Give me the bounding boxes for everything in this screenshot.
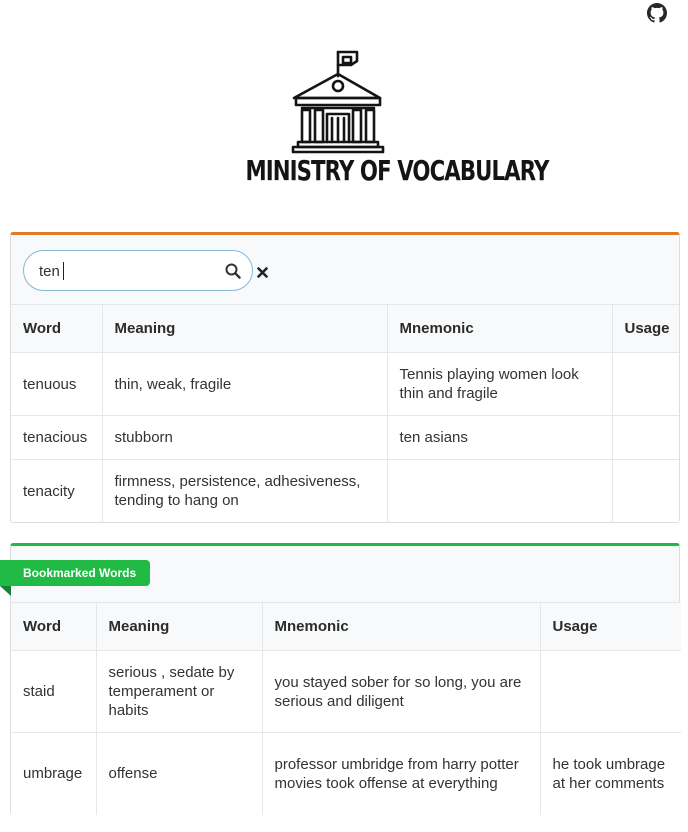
table-row[interactable]: umbrage offense professor umbridge from … [11,732,681,815]
usage-cell [539,650,681,733]
bookmarks-panel: Bookmarked Words Word Meaning Mnemonic U… [0,543,681,815]
github-icon[interactable] [647,3,667,23]
meaning-cell: thin, weak, fragile [101,352,387,416]
column-header-usage[interactable]: Usage [611,304,679,353]
column-header-usage[interactable]: Usage [539,602,681,651]
table-header-row: Word Meaning Mnemonic Usage [11,304,679,353]
usage-cell: he took umbrage at her comments [539,732,681,815]
word-cell: staid [11,650,96,733]
mnemonic-cell: professor umbridge from harry potter mov… [261,732,540,815]
column-header-word[interactable]: Word [11,304,102,353]
usage-cell [611,415,679,460]
word-cell: tenacity [11,459,102,522]
word-cell: umbrage [11,732,96,815]
mnemonic-cell: you stayed sober for so long, you are se… [261,650,540,733]
search-icon[interactable] [225,263,241,279]
table-row[interactable]: staid serious , sedate by temperament or… [11,650,681,733]
column-header-meaning[interactable]: Meaning [95,602,262,651]
close-icon[interactable] [257,267,268,278]
text-cursor [63,262,64,280]
mnemonic-cell: Tennis playing women look thin and fragi… [386,352,612,416]
table-row[interactable]: tenuous thin, weak, fragile Tennis playi… [11,352,679,416]
bookmarked-words-ribbon: Bookmarked Words [0,560,151,586]
column-header-mnemonic[interactable]: Mnemonic [261,602,540,651]
mnemonic-cell [386,459,612,522]
table-header-row: Word Meaning Mnemonic Usage [11,602,681,651]
column-header-word[interactable]: Word [11,602,96,651]
mnemonic-cell: ten asians [386,415,612,460]
meaning-cell: firmness, persistence, adhesiveness, ten… [101,459,387,522]
search-box[interactable] [23,250,253,291]
meaning-cell: stubborn [101,415,387,460]
column-header-meaning[interactable]: Meaning [101,304,387,353]
site-logo: MINISTRY OF VOCABULARY [214,48,549,193]
column-header-mnemonic[interactable]: Mnemonic [386,304,612,353]
table-row[interactable]: tenacious stubborn ten asians [11,415,679,460]
meaning-cell: offense [95,732,262,815]
search-input[interactable] [39,261,219,281]
search-results-table: Word Meaning Mnemonic Usage tenuous thin… [11,304,679,522]
table-row[interactable]: tenacity firmness, persistence, adhesive… [11,459,679,522]
ribbon-fold [0,586,11,596]
word-cell: tenacious [11,415,102,460]
word-cell: tenuous [11,352,102,416]
usage-cell [611,352,679,416]
usage-cell [611,459,679,522]
ministry-building-icon [291,50,385,154]
search-panel: Word Meaning Mnemonic Usage tenuous thin… [10,232,680,523]
bookmarks-table: Word Meaning Mnemonic Usage staid seriou… [11,602,681,815]
meaning-cell: serious , sedate by temperament or habit… [95,650,262,733]
logo-title: MINISTRY OF VOCABULARY [245,154,549,187]
